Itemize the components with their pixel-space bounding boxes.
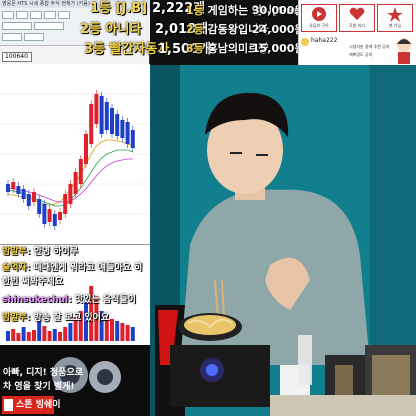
chat-message: shinsukechul: 맛있는 음식들이 [2, 294, 136, 306]
volume-bar [63, 327, 68, 341]
mascot-icon [394, 36, 414, 64]
channel-id: haha222 [311, 37, 338, 44]
notice-line-2: 애쁘망도 공지 [349, 52, 373, 57]
volume-bar [37, 321, 42, 341]
chat-message: 술먹자: 때때엔게 뭐라고 얘들아요 히 [2, 262, 142, 274]
volume-bar [58, 332, 62, 341]
rank-number: 3등 [84, 42, 106, 57]
candle [120, 120, 125, 138]
volume-bar [115, 321, 120, 341]
volume-bar [52, 329, 57, 341]
play-icon [312, 7, 326, 21]
candle [26, 194, 31, 206]
fanclub-badge[interactable]: 팬 가입 [377, 4, 413, 32]
toolbar-button[interactable] [2, 22, 32, 30]
candle [63, 194, 68, 214]
ranking-row-3: 3등 빨간자동차 [84, 41, 169, 59]
volume-bar [120, 323, 125, 341]
candle [130, 130, 135, 148]
volume-bar [110, 319, 114, 341]
candle [68, 184, 73, 204]
webcam-feed [150, 65, 416, 416]
star-icon [387, 7, 403, 22]
candle [104, 102, 109, 130]
toolbar-button[interactable] [2, 33, 22, 41]
candle [78, 159, 83, 184]
chat-text: : 안녕 하이루 [26, 247, 79, 257]
ranking-row-2: 2등 아니타 [80, 21, 141, 39]
price-chart [0, 64, 150, 244]
rank-number: 1등 [90, 1, 112, 16]
candle [11, 182, 16, 189]
ranking-right-amount-1: 30,000원 [252, 4, 298, 17]
volume-bar [32, 330, 36, 341]
toolbar-button[interactable] [34, 22, 64, 30]
chat-message: 밤말부: 방송 잘 보고 있어요 [2, 312, 109, 324]
chat-text: : 맛있는 음식들이 [68, 295, 136, 305]
ranking-row-1: 1등 [J.B] [90, 0, 147, 18]
volume-bar [47, 331, 52, 341]
rank-name: [J.B] [115, 1, 148, 16]
candle [94, 94, 99, 124]
candle [52, 214, 57, 226]
ranking-right-amount-2: 24,000원 [252, 23, 305, 36]
volume-bar [21, 327, 26, 341]
toolbar-button[interactable] [30, 11, 42, 19]
toolbar-button[interactable] [2, 11, 14, 19]
candle [21, 189, 26, 199]
volume-bar [42, 326, 47, 341]
chat-nick: 밤말부 [2, 247, 27, 257]
ad-line-2: 차 영을 찾기 별게! [3, 382, 75, 392]
chat-nick: shinsukechul [2, 295, 69, 305]
candle [89, 104, 94, 144]
volume-bar [11, 329, 16, 341]
streamer-scene [150, 65, 416, 416]
candlestick-chart [0, 90, 150, 230]
candle [115, 114, 120, 136]
candle [99, 96, 104, 134]
volume-bar [26, 332, 31, 341]
candle [32, 192, 36, 202]
volume-bar [6, 331, 10, 341]
volume-bar [68, 323, 73, 341]
candle [16, 186, 21, 194]
subscribe-badge[interactable]: 유튜브 구독 [301, 4, 337, 32]
toolbar-button[interactable] [24, 33, 44, 41]
candle [37, 199, 42, 214]
chat-nick: 밤말부 [2, 313, 27, 323]
ranking-right-amount-3: 15,000원 [252, 42, 305, 55]
brand-logo-icon [4, 399, 13, 411]
chat-text: : 방송 잘 보고 있어요 [26, 313, 110, 323]
volume-bar [16, 333, 21, 341]
candle [58, 212, 62, 220]
notice-line-1: 시청자분 중에 추천 공지 [349, 44, 390, 49]
volume-bar [130, 327, 135, 341]
chat-text: 한번 써봐주세요 [2, 277, 64, 287]
rank-number: 2등 [80, 22, 102, 37]
coin-icon [301, 38, 309, 46]
chat-message: 한번 써봐주세요 [2, 276, 63, 288]
stock-code-input[interactable]: 100640 [2, 52, 32, 62]
heart-icon [349, 7, 365, 20]
ad-brand-badge[interactable]: 스톤 빙쉐이 [2, 396, 61, 414]
candle [6, 184, 10, 192]
channel-banner: 유튜브 구독 후원 하기 팬 가입 haha222 시청자분 중에 추천 공지 … [298, 0, 416, 65]
volume-bar [125, 325, 130, 341]
candle [42, 204, 47, 224]
chat-message: 밤말부: 안녕 하이루 [2, 246, 78, 258]
candle [110, 108, 114, 134]
toolbar-button[interactable] [58, 11, 70, 19]
rank-name: 아니타 [105, 22, 142, 37]
candle [73, 172, 78, 194]
donate-badge[interactable]: 후원 하기 [339, 4, 375, 32]
candle [47, 209, 52, 222]
chat-nick: 술먹자 [2, 263, 27, 273]
toolbar-button[interactable] [16, 11, 28, 19]
ad-line-1: 아빠, 디지! 청풍으로 [3, 368, 84, 378]
chat-text: : 때때엔게 뭐라고 얘들아요 히 [26, 263, 143, 273]
toolbar-button[interactable] [44, 11, 56, 19]
candle [125, 122, 130, 144]
candle [84, 134, 88, 164]
